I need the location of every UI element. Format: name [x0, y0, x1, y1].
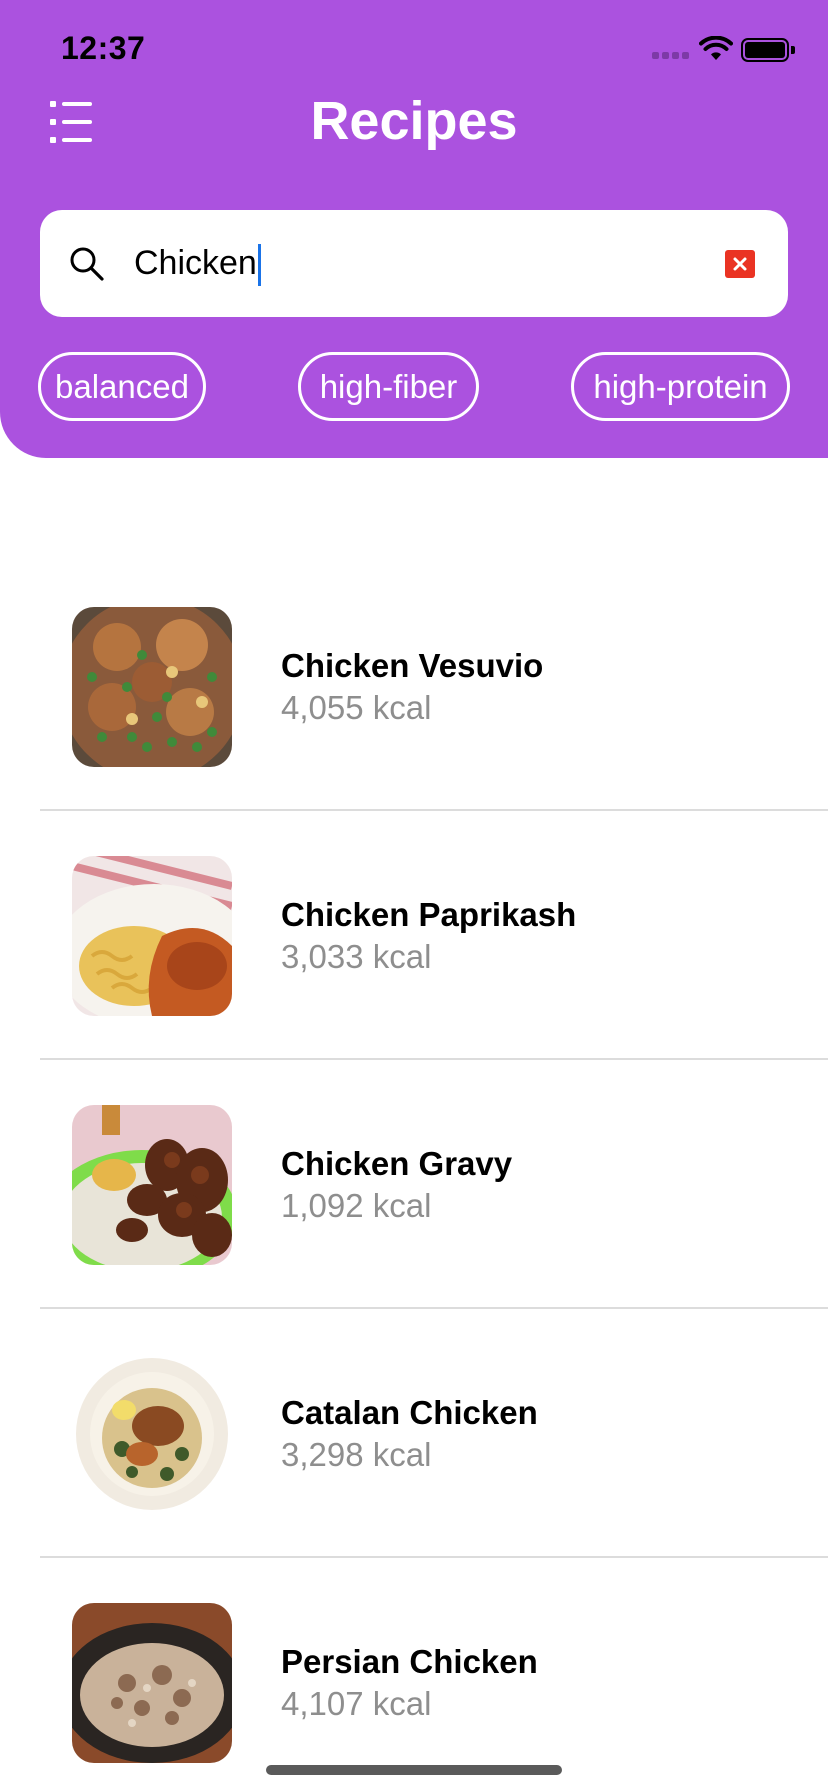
recipe-name: Catalan Chicken — [281, 1394, 538, 1431]
recipe-row[interactable]: Catalan Chicken 3,298 kcal — [0, 1308, 828, 1556]
recipe-name: Chicken Vesuvio — [281, 647, 544, 684]
header: 12:37 Recipes Chicken balanced high-fibe… — [0, 0, 828, 458]
recipe-thumbnail — [72, 1603, 232, 1763]
status-time: 12:37 — [61, 30, 146, 66]
recipe-calories: 4,055 kcal — [281, 689, 432, 726]
recipe-calories: 4,107 kcal — [281, 1685, 432, 1722]
recipe-name: Persian Chicken — [281, 1643, 538, 1680]
filter-chip-high-fiber[interactable]: high-fiber — [298, 352, 479, 421]
text-caret — [257, 244, 261, 287]
home-indicator[interactable] — [266, 1765, 562, 1775]
filter-chip-balanced[interactable]: balanced — [38, 352, 206, 421]
battery-icon — [741, 38, 795, 62]
cellular-signal-icon — [652, 52, 690, 60]
recipe-thumbnail — [72, 607, 232, 767]
recipe-row[interactable]: Chicken Paprikash 3,033 kcal — [0, 810, 828, 1058]
close-icon — [733, 257, 747, 271]
search-icon — [70, 247, 104, 281]
recipe-name: Chicken Paprikash — [281, 896, 577, 933]
recipe-name: Chicken Gravy — [281, 1145, 513, 1182]
clear-search-button[interactable] — [725, 250, 755, 278]
search-input-value: Chicken — [134, 244, 257, 282]
filter-chip-high-protein[interactable]: high-protein — [571, 352, 790, 421]
recipe-thumbnail — [72, 1105, 232, 1265]
recipe-calories: 1,092 kcal — [281, 1187, 432, 1224]
search-bar[interactable]: Chicken — [40, 210, 788, 317]
recipe-row[interactable]: Persian Chicken 4,107 kcal — [0, 1557, 828, 1792]
recipe-thumbnail — [72, 856, 232, 1016]
recipe-row[interactable]: Chicken Gravy 1,092 kcal — [0, 1059, 828, 1307]
search-input[interactable]: Chicken — [134, 238, 261, 288]
recipe-calories: 3,033 kcal — [281, 938, 432, 975]
wifi-icon — [699, 36, 733, 60]
recipe-thumbnail — [72, 1354, 232, 1514]
recipe-calories: 3,298 kcal — [281, 1436, 432, 1473]
recipe-row[interactable]: Chicken Vesuvio 4,055 kcal — [0, 561, 828, 809]
page-title: Recipes — [310, 91, 518, 151]
